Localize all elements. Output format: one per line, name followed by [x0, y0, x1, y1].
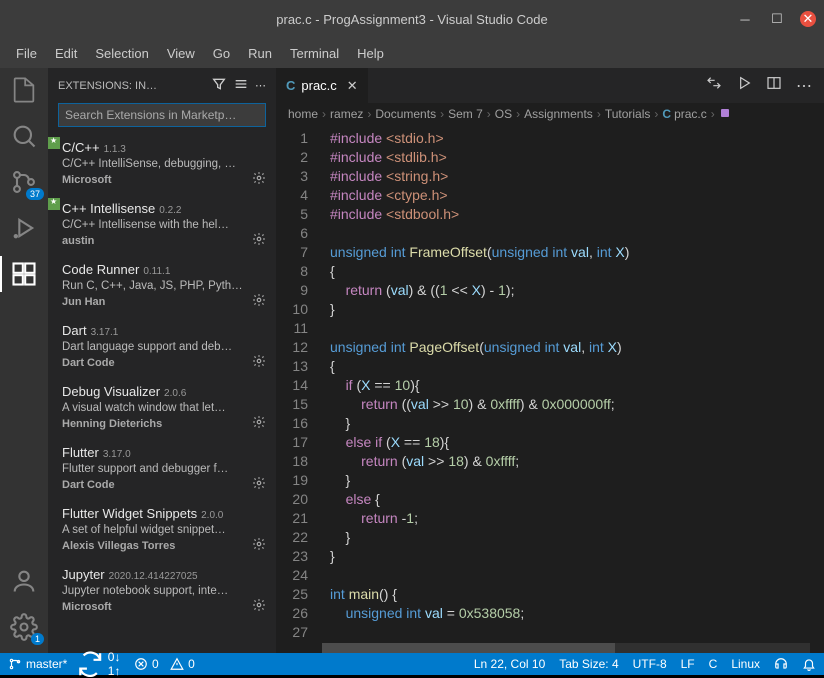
activity-bar: 37 1	[0, 68, 48, 653]
menu-file[interactable]: File	[8, 42, 45, 65]
settings-icon[interactable]: 1	[10, 613, 38, 641]
git-branch[interactable]: master*	[8, 657, 67, 671]
breadcrumb-segment[interactable]: Tutorials	[605, 107, 651, 121]
breadcrumb: home › ramez › Documents › Sem 7 › OS › Assignment…	[276, 103, 824, 125]
feedback-icon[interactable]	[774, 657, 788, 671]
c-lang-icon: C	[286, 78, 295, 93]
bell-icon[interactable]	[802, 657, 816, 671]
gear-icon[interactable]	[252, 415, 266, 432]
code-content[interactable]: #include <stdio.h> #include <stdlib.h> #…	[322, 125, 824, 653]
tab-size[interactable]: Tab Size: 4	[559, 657, 618, 671]
star-icon	[48, 198, 60, 210]
status-bar: master* 0↓ 1↑ 0 0 Ln 22, Col 10 Tab Size…	[0, 653, 824, 675]
extension-item[interactable]: Jupyter2020.12.414227025Jupyter notebook…	[48, 560, 276, 621]
eol[interactable]: LF	[681, 657, 695, 671]
menu-go[interactable]: Go	[205, 42, 238, 65]
chevron-right-icon: ›	[440, 107, 444, 121]
chevron-right-icon: ›	[322, 107, 326, 121]
gear-icon[interactable]	[252, 598, 266, 615]
extension-item[interactable]: Flutter3.17.0Flutter support and debugge…	[48, 438, 276, 499]
chevron-right-icon: ›	[516, 107, 520, 121]
tab-label: prac.c	[301, 78, 336, 93]
tab-prac-c[interactable]: C prac.c ✕	[276, 68, 369, 103]
menu-view[interactable]: View	[159, 42, 203, 65]
titlebar: prac.c - ProgAssignment3 - Visual Studio…	[0, 0, 824, 38]
extension-search[interactable]	[58, 103, 266, 127]
tab-close-icon[interactable]: ✕	[347, 78, 358, 94]
breadcrumb-segment[interactable]: Sem 7	[448, 107, 483, 121]
extension-search-input[interactable]	[59, 104, 265, 126]
compare-icon[interactable]	[706, 75, 722, 96]
menu-edit[interactable]: Edit	[47, 42, 85, 65]
split-icon[interactable]	[766, 75, 782, 96]
more-actions-icon[interactable]: ⋯	[796, 76, 812, 96]
encoding[interactable]: UTF-8	[633, 657, 667, 671]
breadcrumb-segment[interactable]: Assignments	[524, 107, 593, 121]
scm-badge: 37	[26, 188, 44, 200]
clear-icon[interactable]	[233, 76, 249, 95]
tab-bar: C prac.c ✕ ⋯	[276, 68, 824, 103]
horizontal-scrollbar[interactable]	[322, 643, 810, 653]
breadcrumb-segment[interactable]: ramez	[330, 107, 363, 121]
menu-help[interactable]: Help	[349, 42, 392, 65]
close-button[interactable]: ✕	[800, 11, 816, 27]
extension-item[interactable]: Code Runner0.11.1Run C, C++, Java, JS, P…	[48, 255, 276, 316]
gear-icon[interactable]	[252, 537, 266, 554]
problems[interactable]: 0 0	[134, 657, 195, 671]
chevron-right-icon: ›	[367, 107, 371, 121]
search-icon[interactable]	[10, 122, 38, 150]
filter-icon[interactable]	[211, 76, 227, 95]
extensions-icon[interactable]	[10, 260, 38, 288]
explorer-icon[interactable]	[10, 76, 38, 104]
breadcrumb-segment[interactable]: Documents	[375, 107, 436, 121]
gear-icon[interactable]	[252, 232, 266, 249]
gear-icon[interactable]	[252, 171, 266, 188]
menu-run[interactable]: Run	[240, 42, 280, 65]
line-gutter: 1234567891011121314151617181920212223242…	[276, 125, 322, 653]
run-icon[interactable]	[736, 75, 752, 96]
chevron-right-icon: ›	[597, 107, 601, 121]
os-indicator[interactable]: Linux	[731, 657, 760, 671]
menu-terminal[interactable]: Terminal	[282, 42, 347, 65]
gear-icon[interactable]	[252, 354, 266, 371]
sidebar-title: EXTENSIONS: IN…	[58, 80, 205, 92]
git-sync[interactable]: 0↓ 1↑	[77, 650, 124, 678]
source-control-icon[interactable]: 37	[10, 168, 38, 196]
more-icon[interactable]: ⋯	[255, 79, 266, 92]
settings-badge: 1	[31, 633, 44, 645]
chevron-right-icon: ›	[654, 107, 658, 121]
extensions-sidebar: EXTENSIONS: IN… ⋯ C/C++1.1.3C/C++ Intell…	[48, 68, 276, 653]
extension-item[interactable]: Debug Visualizer2.0.6A visual watch wind…	[48, 377, 276, 438]
language-mode[interactable]: C	[709, 657, 718, 671]
cursor-position[interactable]: Ln 22, Col 10	[474, 657, 545, 671]
menubar: FileEditSelectionViewGoRunTerminalHelp	[0, 38, 824, 68]
breadcrumb-file[interactable]: Cprac.c	[662, 107, 706, 121]
star-icon	[48, 137, 60, 149]
minimize-button[interactable]: ─	[736, 10, 754, 28]
extension-item[interactable]: C++ Intellisense0.2.2C/C++ Intellisense …	[48, 194, 276, 255]
editor-area[interactable]: 1234567891011121314151617181920212223242…	[276, 125, 824, 653]
window-title: prac.c - ProgAssignment3 - Visual Studio…	[276, 12, 547, 27]
extension-item[interactable]: Dart3.17.1Dart language support and deb……	[48, 316, 276, 377]
run-debug-icon[interactable]	[10, 214, 38, 242]
breadcrumb-segment[interactable]: OS	[495, 107, 512, 121]
extension-item[interactable]: Flutter Widget Snippets2.0.0A set of hel…	[48, 499, 276, 560]
chevron-right-icon: ›	[487, 107, 491, 121]
gear-icon[interactable]	[252, 293, 266, 310]
maximize-button[interactable]: ☐	[768, 10, 786, 28]
menu-selection[interactable]: Selection	[87, 42, 156, 65]
breadcrumb-symbol[interactable]	[719, 107, 731, 122]
accounts-icon[interactable]	[10, 567, 38, 595]
breadcrumb-segment[interactable]: home	[288, 107, 318, 121]
extension-item[interactable]: C/C++1.1.3C/C++ IntelliSense, debugging,…	[48, 133, 276, 194]
gear-icon[interactable]	[252, 476, 266, 493]
